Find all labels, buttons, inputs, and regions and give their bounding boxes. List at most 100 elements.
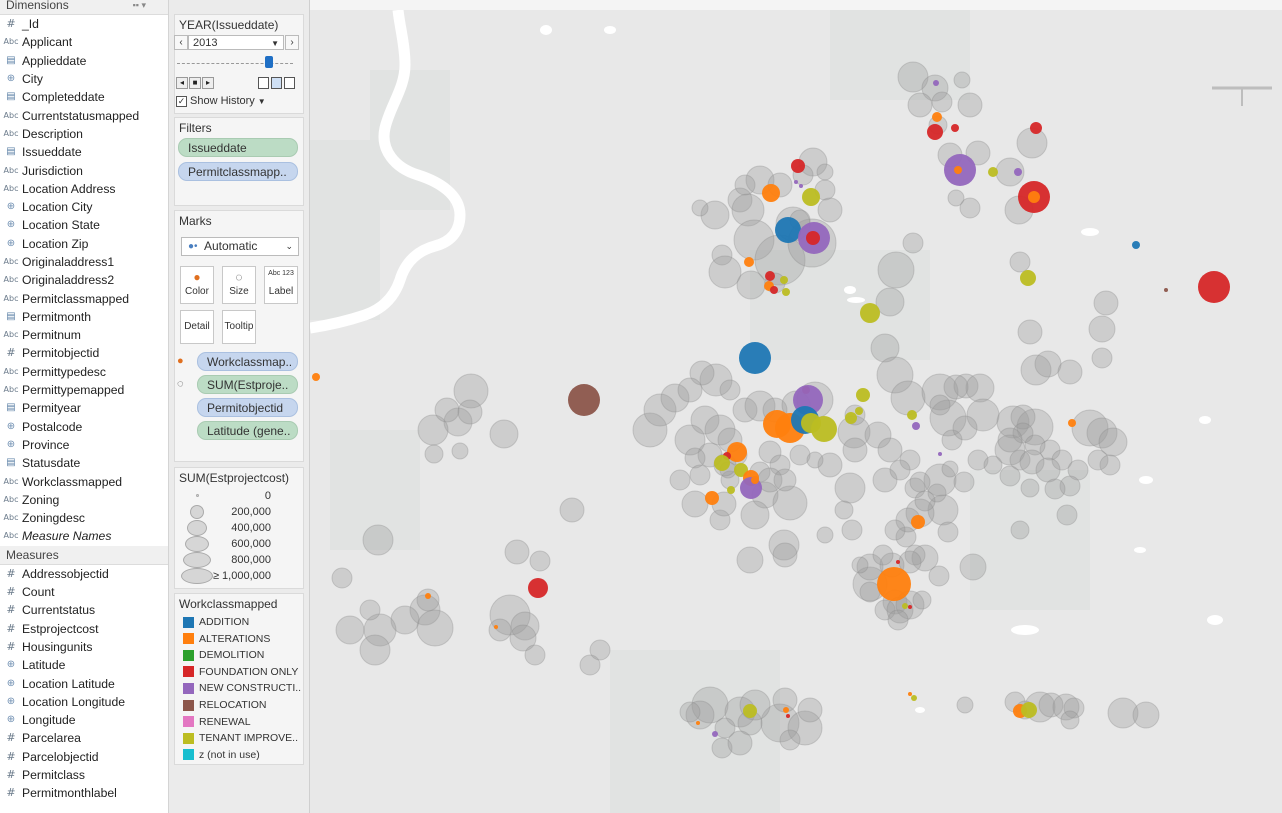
permit-mark[interactable] [780, 276, 788, 284]
permit-mark[interactable] [932, 112, 942, 122]
field-item[interactable]: Abc Permitclassmapped [0, 289, 168, 307]
mark-type-dropdown[interactable]: ●• Automatic ⌄ [181, 237, 299, 256]
history-mark[interactable] [931, 91, 953, 113]
speed-slow-button[interactable] [258, 77, 269, 89]
step-back-button[interactable]: ◂ [176, 77, 188, 89]
field-item[interactable]: ⊕ Location Longitude [0, 693, 168, 711]
history-mark[interactable] [1009, 251, 1031, 273]
history-mark[interactable] [902, 232, 924, 254]
history-mark[interactable] [331, 567, 353, 589]
history-mark[interactable] [559, 497, 585, 523]
color-button[interactable]: ● Color [180, 266, 214, 304]
field-item[interactable]: # Count [0, 583, 168, 601]
next-page-button[interactable]: › [285, 35, 299, 50]
field-item[interactable]: ▤ Permityear [0, 399, 168, 417]
legend-item[interactable]: FOUNDATION ONLY [183, 664, 298, 680]
field-item[interactable]: ▤ Issueddate [0, 143, 168, 161]
history-mark[interactable] [529, 550, 551, 572]
page-slider-thumb[interactable] [265, 56, 273, 68]
permit-mark[interactable] [1164, 288, 1168, 292]
history-mark[interactable] [887, 609, 909, 631]
field-item[interactable]: ▤ Permitmonth [0, 308, 168, 326]
legend-item[interactable]: DEMOLITION [183, 647, 264, 663]
field-item[interactable]: # Addressobjectid [0, 565, 168, 583]
history-mark[interactable] [359, 634, 391, 666]
permit-mark[interactable] [568, 384, 600, 416]
permit-mark[interactable] [727, 442, 747, 462]
history-mark[interactable] [669, 469, 691, 491]
permit-mark[interactable] [1020, 270, 1036, 286]
permit-mark[interactable] [801, 413, 821, 433]
permit-mark[interactable] [1068, 419, 1076, 427]
history-mark[interactable] [677, 377, 703, 403]
history-mark[interactable] [773, 468, 797, 492]
permit-mark[interactable] [1028, 191, 1040, 203]
permit-mark[interactable] [938, 452, 942, 456]
history-mark[interactable] [451, 442, 469, 460]
permit-mark[interactable] [783, 707, 789, 713]
permit-mark[interactable] [845, 412, 857, 424]
field-item[interactable]: Abc Zoningdesc [0, 509, 168, 527]
permit-mark[interactable] [907, 410, 917, 420]
field-item[interactable]: ⊕ Location Latitude [0, 674, 168, 692]
field-item[interactable]: # Permitobjectid [0, 344, 168, 362]
history-mark[interactable] [736, 546, 764, 574]
field-item[interactable]: # Permitmonthlabel [0, 784, 168, 802]
history-mark[interactable] [914, 490, 936, 512]
history-mark[interactable] [999, 465, 1021, 487]
size-button[interactable]: ◌ Size [222, 266, 256, 304]
permit-mark[interactable] [802, 188, 820, 206]
history-mark[interactable] [928, 565, 950, 587]
legend-item[interactable]: z (not in use) [183, 747, 260, 763]
history-mark[interactable] [842, 437, 868, 463]
permit-mark[interactable] [762, 184, 780, 202]
history-mark[interactable] [424, 444, 444, 464]
permit-mark[interactable] [856, 388, 870, 402]
permit-mark[interactable] [775, 217, 801, 243]
history-mark[interactable] [689, 464, 711, 486]
permit-mark[interactable] [312, 373, 320, 381]
history-mark[interactable] [851, 556, 869, 574]
history-mark[interactable] [834, 500, 854, 520]
permit-mark[interactable] [1132, 241, 1140, 249]
permit-mark[interactable] [1198, 271, 1230, 303]
history-mark[interactable] [1020, 478, 1040, 498]
permit-mark[interactable] [751, 476, 759, 484]
permit-mark[interactable] [791, 159, 805, 173]
history-mark[interactable] [877, 437, 903, 463]
history-mark[interactable] [1056, 504, 1078, 526]
history-mark[interactable] [335, 615, 365, 645]
history-mark[interactable] [957, 92, 983, 118]
history-mark[interactable] [740, 500, 770, 530]
history-mark[interactable] [841, 519, 863, 541]
history-mark[interactable] [736, 270, 766, 300]
history-mark[interactable] [416, 609, 454, 647]
permit-mark[interactable] [770, 286, 778, 294]
permit-mark[interactable] [1014, 168, 1022, 176]
history-mark[interactable] [889, 459, 911, 481]
permit-mark[interactable] [765, 271, 775, 281]
history-mark[interactable] [884, 519, 906, 541]
legend-item[interactable]: ALTERATIONS [183, 631, 270, 647]
shelf-pill-estprojectcost[interactable]: SUM(Estproje.. [197, 375, 298, 394]
play-button[interactable]: ▸ [202, 77, 214, 89]
history-mark[interactable] [1099, 454, 1121, 476]
field-item[interactable]: ⊕ City [0, 70, 168, 88]
permit-mark[interactable] [712, 731, 718, 737]
history-mark[interactable] [956, 696, 974, 714]
history-mark[interactable] [875, 287, 905, 317]
permit-mark[interactable] [896, 560, 900, 564]
permit-mark[interactable] [1021, 702, 1037, 718]
permit-mark[interactable] [912, 422, 920, 430]
field-item[interactable]: ▤ Statusdate [0, 454, 168, 472]
field-item[interactable]: # Permitclass [0, 766, 168, 784]
filter-pill-permitclass[interactable]: Permitclassmapp.. [178, 162, 298, 181]
field-item[interactable]: ⊕ Province [0, 436, 168, 454]
permit-mark[interactable] [743, 704, 757, 718]
field-item[interactable]: # Estprojectcost [0, 620, 168, 638]
label-button[interactable]: Abc 123 Label [264, 266, 298, 304]
more-options-icon[interactable]: ▪▪ ▾ [133, 0, 146, 10]
history-mark[interactable] [681, 490, 709, 518]
legend-item[interactable]: RENEWAL [183, 714, 251, 730]
field-item[interactable]: Abc Originaladdress1 [0, 253, 168, 271]
